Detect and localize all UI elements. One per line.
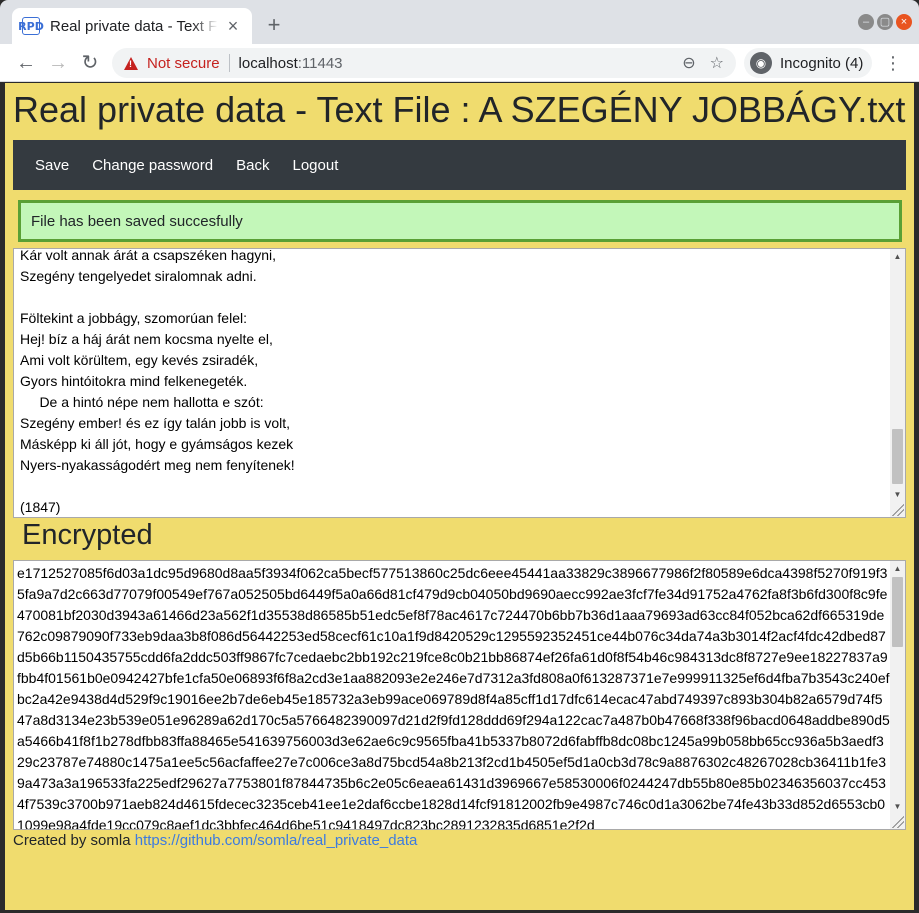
new-tab-button[interactable]: + (262, 12, 286, 38)
zoom-icon[interactable]: ⊖ (682, 53, 695, 73)
success-alert: File has been saved succesfully (18, 200, 902, 242)
url-text[interactable]: localhost:11443 (239, 55, 669, 72)
encrypted-content[interactable]: e1712527085f6d03a1dc95d9680d8aa5f3934f06… (17, 563, 890, 829)
scroll-down-arrow-icon[interactable]: ▼ (890, 487, 905, 502)
text-line: Nyers-nyakasságodért meg nem fenyítenek! (20, 457, 295, 473)
plaintext-content[interactable]: Kár volt annak árát a csapszéken hagyni,… (17, 248, 298, 517)
url-port: :11443 (297, 54, 343, 72)
scroll-thumb[interactable] (892, 577, 903, 647)
text-line: De a hintó népe nem hallotta e szót: (20, 394, 264, 410)
browser-menu-icon[interactable]: ⋮ (884, 53, 902, 74)
text-line: Gyors hintóitokra mind felkenegeték. (20, 373, 248, 389)
resize-grip-icon[interactable] (892, 504, 904, 516)
text-line: Hej! bíz a háj árát nem kocsma nyelte el… (20, 331, 273, 347)
text-line: Másképp ki áll jót, hogy e gyámságos kez… (20, 436, 294, 452)
save-link[interactable]: Save (27, 157, 69, 174)
github-link[interactable]: https://github.com/somla/real_private_da… (135, 832, 418, 849)
back-link[interactable]: Back (228, 157, 269, 174)
page-title: Real private data - Text File : A SZEGÉN… (13, 89, 906, 130)
encrypted-heading: Encrypted (22, 519, 153, 551)
warning-icon (124, 56, 138, 70)
plaintext-scrollbar[interactable]: ▲ ▼ (890, 249, 905, 517)
browser-tab-bar: RPD Real private data - Text File : A SZ… (0, 0, 919, 44)
url-host: localhost (238, 54, 298, 72)
favicon-icon: RPD (18, 17, 44, 35)
back-arrow-icon[interactable]: ← (13, 50, 39, 76)
text-line: Ami volt körültem, egy kevés zsiradék, (20, 352, 259, 368)
page-content: Real private data - Text File : A SZEGÉN… (5, 83, 914, 910)
incognito-label: Incognito (4) (780, 54, 864, 72)
minimize-button[interactable]: – (858, 14, 874, 30)
scroll-up-arrow-icon[interactable]: ▲ (890, 249, 905, 264)
bookmark-star-icon[interactable]: ☆ (710, 53, 724, 73)
incognito-profile-button[interactable]: ◉ Incognito (4) (744, 48, 872, 78)
tab-title: Real private data - Text File : A SZEGÉN… (50, 17, 218, 35)
browser-toolbar: ← → ↻ Not secure localhost:11443 ⊖ ☆ ◉ I… (0, 44, 919, 82)
text-line: Föltekint a jobbágy, szomorúan felel: (20, 310, 247, 326)
text-line: Szegény ember! és ez így talán jobb is v… (20, 415, 291, 431)
scroll-thumb[interactable] (892, 429, 903, 484)
maximize-button[interactable]: ▢ (877, 14, 893, 30)
change-password-link[interactable]: Change password (84, 157, 213, 174)
text-line (20, 287, 295, 308)
forward-arrow-icon[interactable]: → (45, 50, 71, 76)
browser-tab[interactable]: RPD Real private data - Text File : A SZ… (12, 8, 252, 44)
plaintext-textarea[interactable]: Kár volt annak árát a csapszéken hagyni,… (13, 248, 906, 518)
reload-icon[interactable]: ↻ (77, 50, 103, 76)
window-close-button[interactable]: × (896, 14, 912, 30)
security-status[interactable]: Not secure (147, 55, 220, 72)
divider (228, 54, 230, 72)
text-line: (1847) (20, 499, 61, 515)
text-line: Szegény tengelyedet siralomnak adni. (20, 268, 257, 284)
logout-link[interactable]: Logout (284, 157, 338, 174)
close-icon[interactable]: × (224, 17, 242, 35)
footer: Created by somla https://github.com/soml… (13, 832, 417, 849)
navbar: Save Change password Back Logout (13, 140, 906, 190)
encrypted-scrollbar[interactable]: ▲ ▼ (890, 561, 905, 829)
text-line (20, 476, 295, 497)
text-line: Kár volt annak árát a csapszéken hagyni, (20, 248, 277, 263)
scroll-up-arrow-icon[interactable]: ▲ (890, 561, 905, 576)
resize-grip-icon[interactable] (892, 816, 904, 828)
encrypted-textarea[interactable]: e1712527085f6d03a1dc95d9680d8aa5f3934f06… (13, 560, 906, 830)
footer-text: Created by somla (13, 832, 135, 849)
incognito-icon: ◉ (750, 52, 772, 74)
scroll-down-arrow-icon[interactable]: ▼ (890, 799, 905, 814)
address-bar[interactable]: Not secure localhost:11443 ⊖ ☆ (112, 48, 736, 78)
